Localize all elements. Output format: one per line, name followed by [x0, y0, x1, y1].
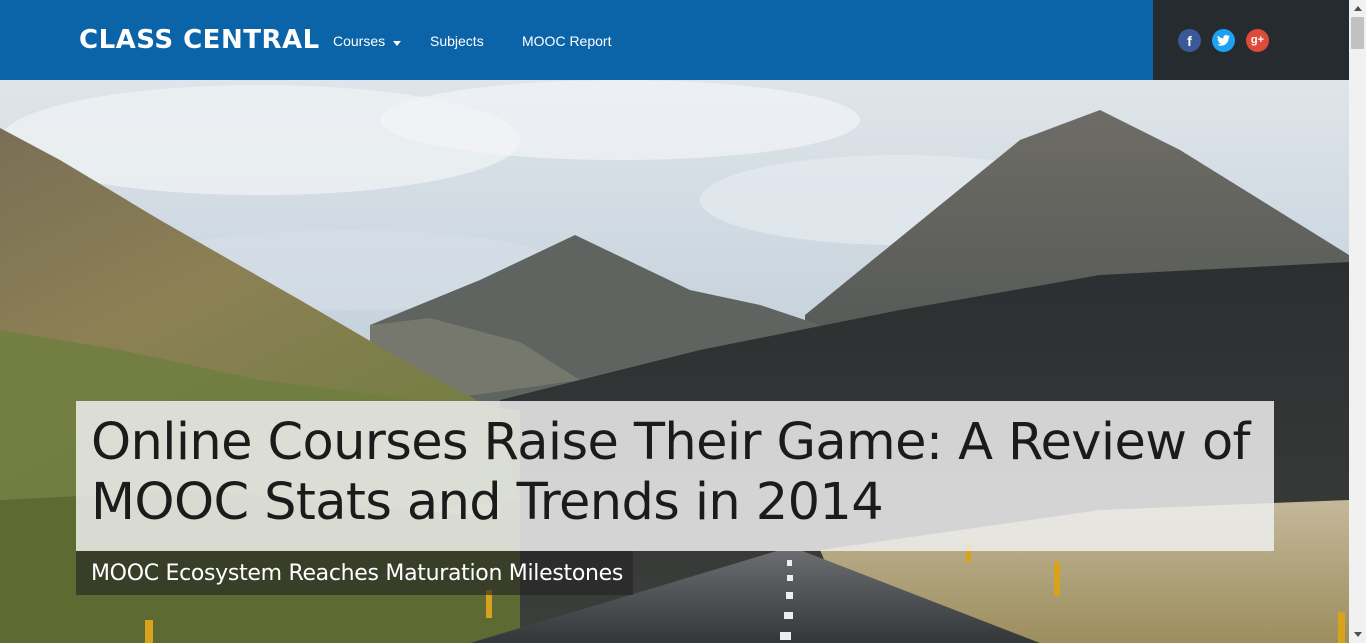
class-central-logo[interactable]: CLASS CENTRAL: [79, 24, 320, 56]
scroll-up-arrow-icon[interactable]: [1349, 0, 1366, 17]
nav-subjects[interactable]: Subjects: [430, 31, 484, 51]
google-plus-icon[interactable]: g+: [1246, 29, 1269, 52]
article-subtitle: MOOC Ecosystem Reaches Maturation Milest…: [91, 561, 624, 586]
facebook-icon[interactable]: f: [1178, 29, 1201, 52]
nav-courses-label: Courses: [333, 33, 386, 49]
twitter-icon[interactable]: [1212, 29, 1235, 52]
page: CLASS CENTRAL Courses Subjects MOOC Repo…: [0, 0, 1349, 643]
nav-mooc-report[interactable]: MOOC Report: [522, 31, 611, 51]
article-title-box: Online Courses Raise Their Game: A Revie…: [76, 401, 1274, 551]
social-links: f g+: [1153, 0, 1349, 80]
top-navigation-bar: CLASS CENTRAL Courses Subjects MOOC Repo…: [0, 0, 1349, 80]
vertical-scrollbar[interactable]: [1349, 0, 1366, 643]
article-subtitle-box: MOOC Ecosystem Reaches Maturation Milest…: [76, 551, 633, 595]
article-title: Online Courses Raise Their Game: A Revie…: [91, 413, 1251, 532]
scroll-down-arrow-icon[interactable]: [1349, 626, 1366, 643]
nav-courses[interactable]: Courses: [333, 31, 402, 52]
scrollbar-thumb[interactable]: [1351, 17, 1364, 49]
chevron-down-icon: [393, 32, 402, 52]
